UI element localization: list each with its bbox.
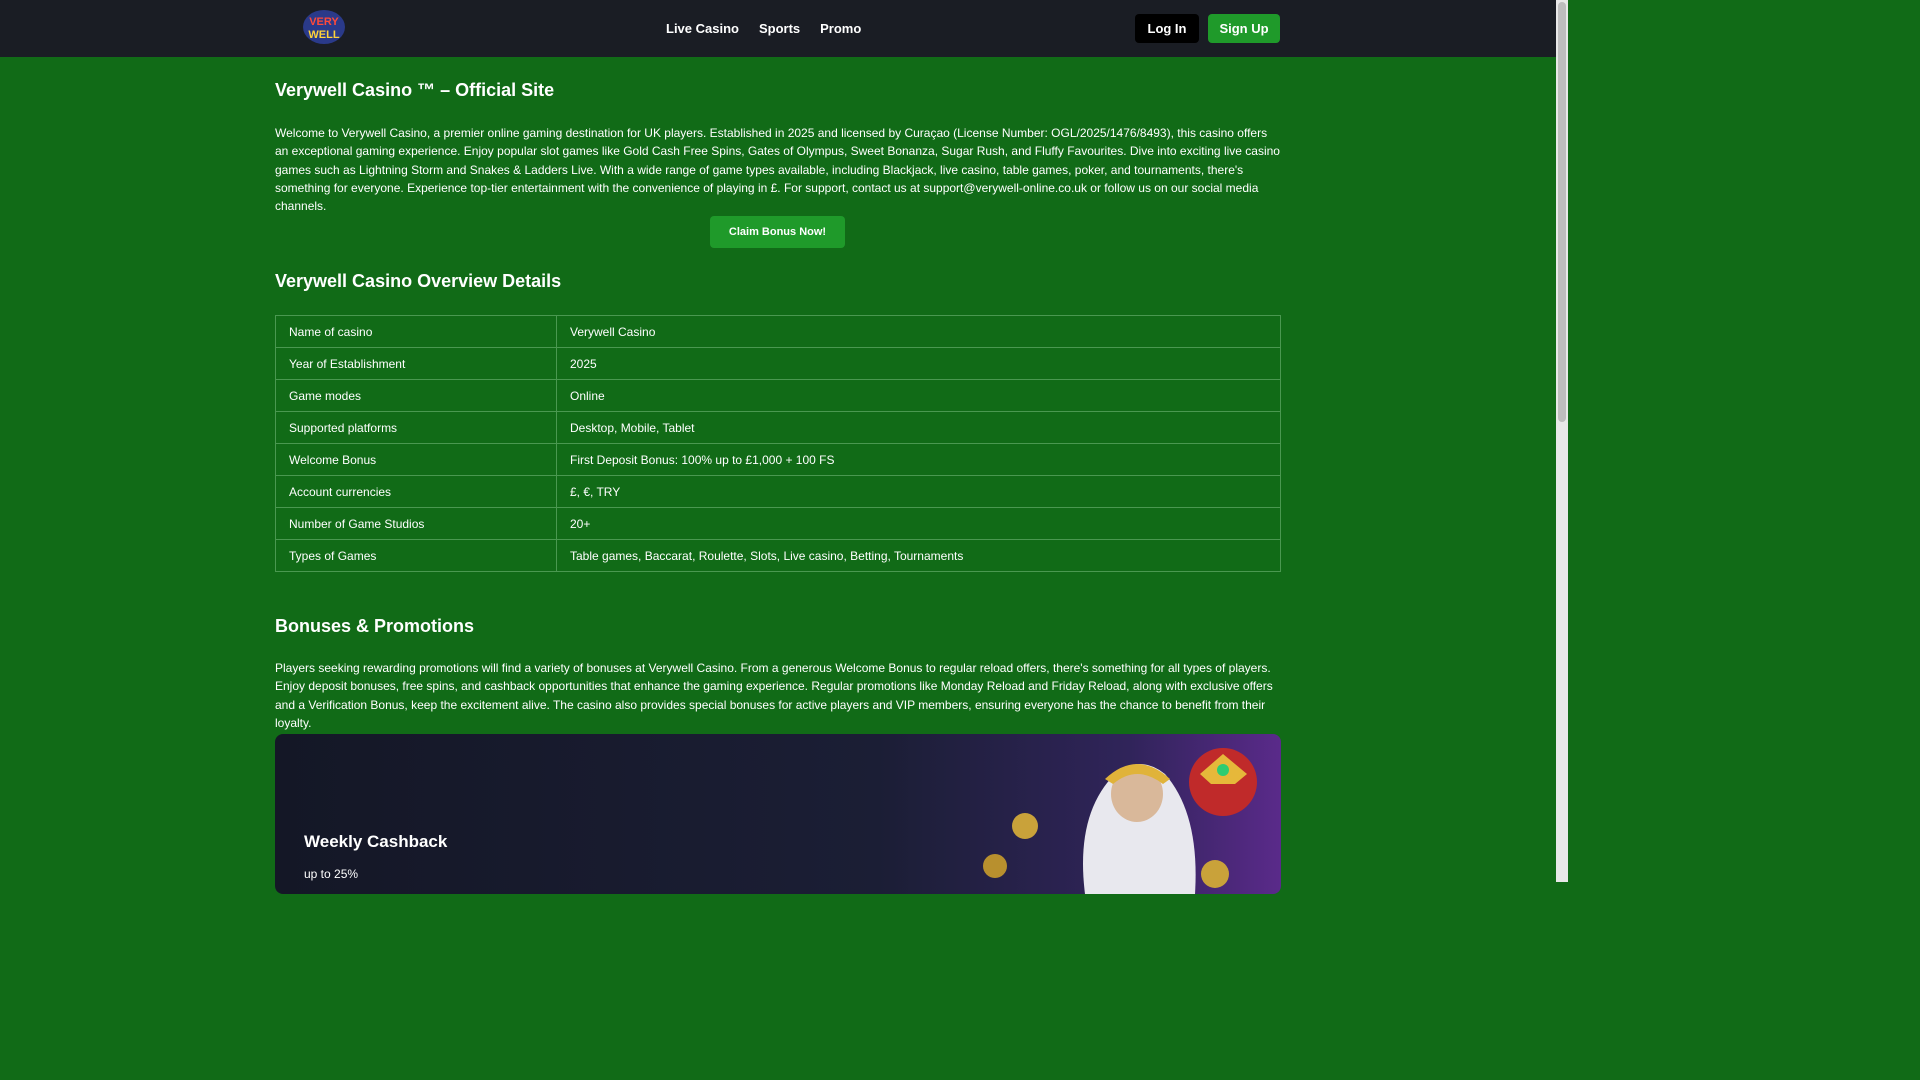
page-scrollbar[interactable]: [1556, 0, 1568, 882]
nav-promo[interactable]: Promo: [820, 21, 861, 36]
login-button[interactable]: Log In: [1135, 14, 1199, 43]
table-cell-key: Types of Games: [275, 539, 557, 572]
overview-title: Verywell Casino Overview Details: [275, 271, 562, 291]
zeus-illustration: [983, 748, 1257, 894]
table-row: Types of Games Table games, Baccarat, Rou…: [275, 539, 1281, 572]
table-cell-key: Year of Establishment: [275, 347, 557, 380]
table-row: Year of Establishment 2025: [275, 347, 1281, 380]
table-cell-key: Supported platforms: [275, 411, 557, 444]
table-cell-value: 20+: [556, 507, 1281, 540]
weekly-cashback-card[interactable]: Weekly Cashback up to 25%: [275, 734, 1281, 894]
intro-paragraph: Welcome to Verywell Casino, a premier on…: [275, 126, 1280, 214]
svg-text:WELL: WELL: [308, 29, 339, 41]
table-cell-value: Verywell Casino: [556, 315, 1281, 348]
site-header: VERY WELL Live Casino Sports Promo Log I…: [0, 0, 1556, 57]
table-cell-value: £, €, TRY: [556, 475, 1281, 508]
nav-sports[interactable]: Sports: [759, 21, 800, 36]
promo-card-title: Weekly Cashback: [304, 832, 448, 851]
table-row: Supported platforms Desktop, Mobile, Tabl…: [275, 411, 1281, 444]
table-cell-key: Account currencies: [275, 475, 557, 508]
bonuses-title: Bonuses & Promotions: [275, 616, 475, 636]
signup-button[interactable]: Sign Up: [1208, 14, 1280, 43]
table-cell-value: Desktop, Mobile, Tablet: [556, 411, 1281, 444]
table-row: Account currencies £, €, TRY: [275, 475, 1281, 508]
nav-live-casino[interactable]: Live Casino: [666, 21, 739, 36]
table-cell-value: First Deposit Bonus: 100% up to £1,000 +…: [556, 443, 1281, 476]
scrollbar-thumb[interactable]: [1558, 2, 1566, 422]
promo-card-subtitle: up to 25%: [304, 867, 359, 881]
bonuses-paragraph: Players seeking rewarding promotions wil…: [275, 661, 1273, 730]
table-row: Game modes Online: [275, 379, 1281, 412]
table-cell-key: Welcome Bonus: [275, 443, 557, 476]
table-cell-value: Online: [556, 379, 1281, 412]
verywell-logo[interactable]: VERY WELL: [302, 9, 346, 45]
table-row: Name of casino Verywell Casino: [275, 315, 1281, 348]
table-cell-key: Name of casino: [275, 315, 557, 348]
claim-bonus-button[interactable]: Claim Bonus Now!: [710, 216, 845, 248]
overview-table: Name of casino Verywell Casino Year of Est…: [275, 315, 1281, 572]
page-title: Verywell Casino ™ – Official Site: [275, 80, 555, 100]
table-cell-key: Game modes: [275, 379, 557, 412]
main-nav: Live Casino Sports Promo: [666, 0, 861, 57]
table-row: Number of Game Studios 20+: [275, 507, 1281, 540]
table-cell-value: Table games, Baccarat, Roulette, Slots, …: [556, 539, 1281, 572]
table-cell-key: Number of Game Studios: [275, 507, 557, 540]
svg-text:VERY: VERY: [309, 16, 339, 28]
table-cell-value: 2025: [556, 347, 1281, 380]
table-row: Welcome Bonus First Deposit Bonus: 100% u…: [275, 443, 1281, 476]
